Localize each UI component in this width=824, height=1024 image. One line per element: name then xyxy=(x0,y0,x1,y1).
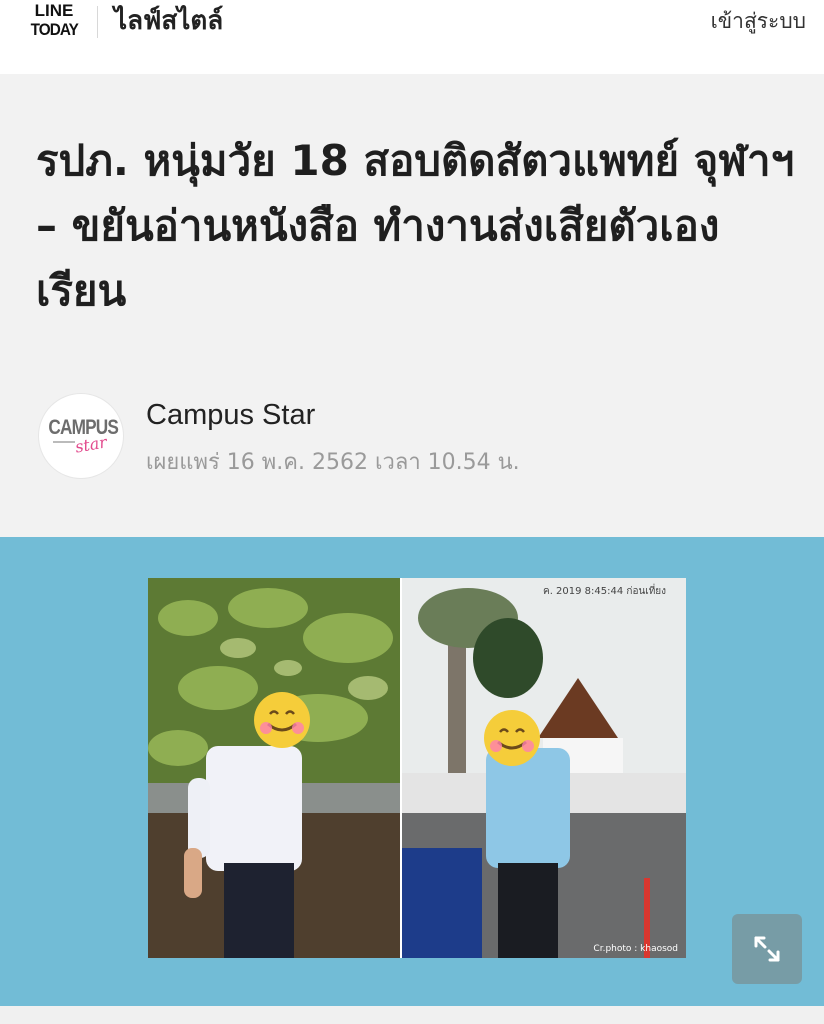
line-today-logo[interactable]: LINE TODAY xyxy=(28,2,80,40)
author-avatar[interactable]: CAMPUS star xyxy=(38,393,124,479)
nav-divider xyxy=(97,6,98,38)
photo-illustration xyxy=(148,578,686,958)
expand-image-button[interactable] xyxy=(732,914,802,984)
author-logo-script: star xyxy=(73,432,109,457)
expand-icon xyxy=(754,936,780,962)
author-name[interactable]: Campus Star xyxy=(146,396,315,434)
section-title[interactable]: ไลฟ์สไตล์ xyxy=(114,2,223,40)
top-nav-bar: LINE TODAY ไลฟ์สไตล์ เข้าสู่ระบบ xyxy=(0,0,824,74)
author-logo-subline xyxy=(53,441,75,443)
photo-credit: Cr.photo : khaosod xyxy=(593,944,678,954)
article-photo[interactable]: ค. 2019 8:45:44 ก่อนเที่ยง Cr.photo : kh… xyxy=(148,578,686,958)
logo-line2: TODAY xyxy=(30,20,79,39)
logo-line1: LINE xyxy=(34,1,74,20)
photo-timestamp: ค. 2019 8:45:44 ก่อนเที่ยง xyxy=(543,586,667,597)
bottom-strip xyxy=(0,1006,824,1024)
article-image-band: ค. 2019 8:45:44 ก่อนเที่ยง Cr.photo : kh… xyxy=(0,537,824,1006)
login-link[interactable]: เข้าสู่ระบบ xyxy=(711,4,806,38)
article-headline: รปภ. หนุ่มวัย 18 สอบติดสัตวแพทย์ จุฬาฯ –… xyxy=(36,136,795,315)
publish-date: เผยแพร่ 16 พ.ค. 2562 เวลา 10.54 น. xyxy=(146,450,520,475)
